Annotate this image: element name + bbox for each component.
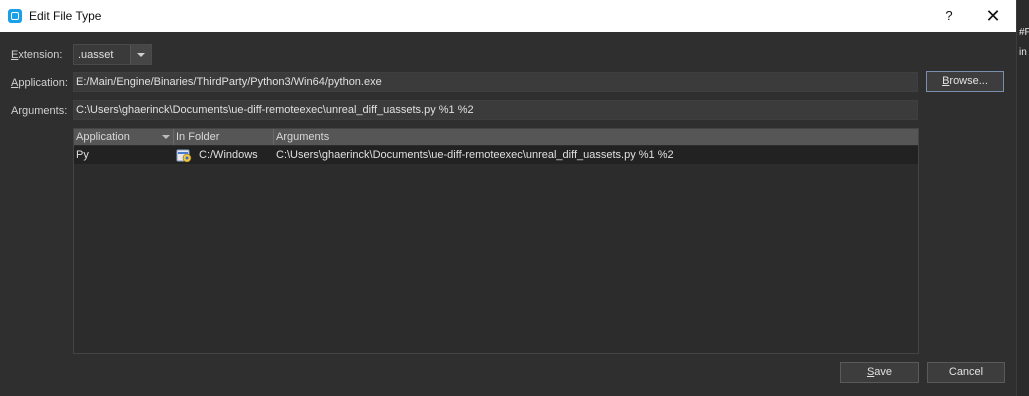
edit-file-type-dialog: Edit File Type ? ✕ Extension: .uasset Ap…: [0, 0, 1016, 396]
app-icon: [8, 9, 22, 23]
extension-value: .uasset: [78, 49, 114, 61]
python-folder-icon: [176, 149, 192, 163]
application-value: E:/Main/Engine/Binaries/ThirdParty/Pytho…: [76, 76, 382, 88]
extension-dropdown[interactable]: .uasset: [73, 44, 152, 65]
help-button[interactable]: ?: [938, 5, 960, 27]
close-icon[interactable]: ✕: [980, 5, 1006, 27]
application-field[interactable]: E:/Main/Engine/Binaries/ThirdParty/Pytho…: [73, 72, 918, 92]
background-text-2: in: [1019, 47, 1027, 58]
cancel-button[interactable]: Cancel: [927, 362, 1005, 383]
column-arguments[interactable]: Arguments: [274, 129, 918, 145]
row-arguments: C:\Users\ghaerinck\Documents\ue-diff-rem…: [276, 149, 674, 161]
table-header: Application In Folder Arguments: [74, 129, 918, 145]
background-window-edge: #F in: [1016, 0, 1029, 396]
save-button[interactable]: Save: [840, 362, 919, 383]
background-text-1: #F: [1019, 27, 1029, 38]
chevron-down-icon[interactable]: [130, 45, 151, 64]
column-application[interactable]: Application: [74, 129, 174, 145]
arguments-label: Arguments:: [11, 105, 68, 117]
window-title: Edit File Type: [29, 9, 102, 23]
browse-button[interactable]: Browse...: [926, 71, 1004, 92]
arguments-value: C:\Users\ghaerinck\Documents\ue-diff-rem…: [76, 104, 474, 116]
row-folder: C:/Windows: [199, 149, 258, 161]
application-label: Application:: [11, 77, 68, 89]
column-in-folder[interactable]: In Folder: [174, 129, 274, 145]
file-type-table: Application In Folder Arguments Py C:/Wi…: [73, 128, 919, 354]
title-bar: Edit File Type ? ✕: [0, 0, 1016, 32]
table-row[interactable]: Py C:/Windows C:\Users\ghaerinck\Documen…: [74, 146, 918, 164]
row-application: Py: [76, 149, 89, 161]
sort-down-icon: [162, 135, 170, 139]
extension-label: Extension:: [11, 49, 63, 61]
arguments-field[interactable]: C:\Users\ghaerinck\Documents\ue-diff-rem…: [73, 100, 918, 120]
